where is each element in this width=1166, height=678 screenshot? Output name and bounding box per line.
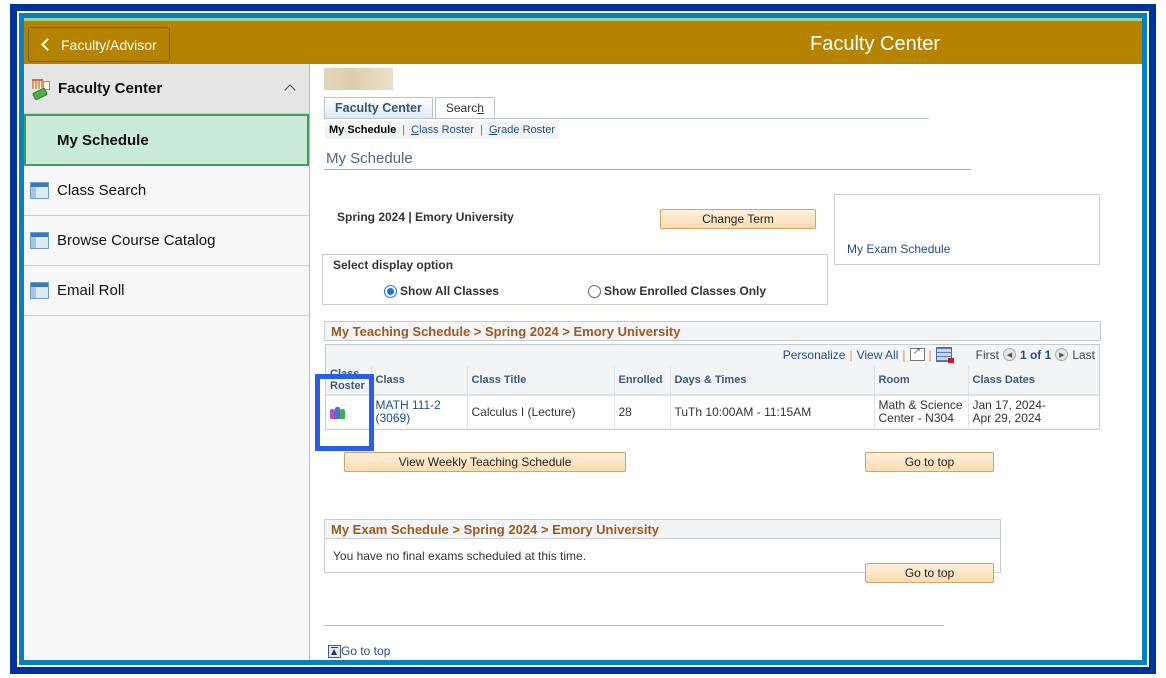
divider xyxy=(324,625,944,626)
cell-class-roster xyxy=(326,395,371,428)
my-exam-schedule-link[interactable]: My Exam Schedule xyxy=(847,242,950,256)
sub-navigation: My Schedule | Class Roster | Grade Roste… xyxy=(325,121,559,139)
sidebar-item-label: Email Roll xyxy=(57,282,125,299)
sidebar-section-label: Faculty Center xyxy=(58,80,163,97)
page-icon xyxy=(30,282,49,299)
faculty-center-icon xyxy=(30,78,52,101)
cell-class-dates: Jan 17, 2024- Apr 29, 2024 xyxy=(967,395,1099,428)
subnav-grade-roster[interactable]: Grade Roster xyxy=(489,124,555,136)
change-term-button[interactable]: Change Term xyxy=(660,209,816,229)
subnav-class-roster[interactable]: Class Roster xyxy=(411,124,474,136)
redacted-image xyxy=(324,68,393,90)
separator: | xyxy=(402,124,406,136)
term-label: Spring 2024 | Emory University xyxy=(337,210,514,224)
table-row: MATH 111-2 (3069) Calculus I (Lecture) 28… xyxy=(326,395,1099,428)
download-spreadsheet-icon[interactable] xyxy=(935,347,954,363)
radio-selected-icon xyxy=(384,284,397,298)
col-class-dates: Class Dates xyxy=(967,366,1099,396)
go-to-top-button-2[interactable]: Go to top xyxy=(865,563,994,583)
divider xyxy=(324,169,971,170)
chevron-up-icon[interactable] xyxy=(284,84,296,96)
next-page-icon[interactable]: ▶ xyxy=(1055,348,1069,361)
first-link[interactable]: First xyxy=(976,348,999,362)
sidebar-item-email-roll[interactable]: Email Roll xyxy=(24,266,309,316)
go-to-top-link[interactable]: Go to top xyxy=(328,644,390,658)
header-bar: Faculty/Advisor Faculty Center xyxy=(24,18,1142,64)
go-to-top-icon xyxy=(328,644,341,658)
cell-days-times: TuTh 10:00AM - 11:15AM xyxy=(669,395,874,428)
sidebar: Faculty Center My Schedule Class Search … xyxy=(24,64,310,660)
col-class: Class xyxy=(370,366,467,396)
teaching-schedule-grid: Personalize | View All | | First ◀ 1 of … xyxy=(325,344,1100,430)
radio-unselected-icon xyxy=(588,284,601,298)
sidebar-item-browse-course-catalog[interactable]: Browse Course Catalog xyxy=(24,216,309,266)
radio-show-all-classes[interactable]: Show All Classes xyxy=(384,284,499,298)
last-link[interactable]: Last xyxy=(1072,348,1095,362)
exam-schedule-box: My Exam Schedule xyxy=(834,194,1100,265)
separator: | xyxy=(849,347,853,362)
view-weekly-schedule-button[interactable]: View Weekly Teaching Schedule xyxy=(344,452,626,472)
subnav-my-schedule: My Schedule xyxy=(329,124,397,136)
app-window: Faculty/Advisor Faculty Center Faculty C… xyxy=(24,18,1142,660)
col-days-times: Days & Times xyxy=(669,366,874,396)
col-enrolled: Enrolled xyxy=(613,366,670,396)
schedule-table: Class Roster Class Class Title Enrolled … xyxy=(326,366,1099,428)
tab-faculty-center[interactable]: Faculty Center xyxy=(324,97,433,118)
sidebar-section-faculty-center[interactable]: Faculty Center xyxy=(24,64,309,114)
sidebar-item-class-search[interactable]: Class Search xyxy=(24,166,309,216)
back-button-label: Faculty/Advisor xyxy=(61,36,157,53)
radio-show-enrolled-only[interactable]: Show Enrolled Classes Only xyxy=(588,284,766,298)
prev-page-icon[interactable]: ◀ xyxy=(1002,348,1016,361)
table-header-row: Class Roster Class Class Title Enrolled … xyxy=(326,366,1099,396)
sidebar-item-my-schedule[interactable]: My Schedule xyxy=(24,114,309,166)
personalize-link[interactable]: Personalize xyxy=(783,348,846,362)
tab-bar: Faculty Center Searc h xyxy=(324,97,495,118)
main-content: Faculty Center Searc h My Schedule | Clas… xyxy=(311,64,1142,660)
separator: | xyxy=(480,124,483,136)
teaching-schedule-title: My Teaching Schedule > Spring 2024 > Emo… xyxy=(324,321,1101,341)
page-title: My Schedule xyxy=(326,150,413,167)
class-roster-icon[interactable] xyxy=(330,403,346,419)
display-option-label: Select display option xyxy=(333,258,454,272)
separator: | xyxy=(902,347,906,362)
cell-class-title: Calculus I (Lecture) xyxy=(466,395,614,428)
page-indicator: 1 of 1 xyxy=(1019,347,1052,362)
go-to-top-label: Go to top xyxy=(341,644,391,658)
page-icon xyxy=(30,232,49,249)
page-icon xyxy=(30,182,49,199)
sidebar-item-label: Browse Course Catalog xyxy=(57,232,216,249)
tab-search[interactable]: Searc h xyxy=(434,97,495,118)
radio-label: Show All Classes xyxy=(400,284,499,298)
cell-enrolled: 28 xyxy=(613,395,670,428)
back-button[interactable]: Faculty/Advisor xyxy=(28,27,170,62)
col-class-roster: Class Roster xyxy=(326,366,371,396)
class-link[interactable]: MATH 111-2 (3069) xyxy=(376,398,441,425)
col-room: Room xyxy=(873,366,968,396)
grid-toolbar: Personalize | View All | | First ◀ 1 of … xyxy=(783,346,1095,363)
new-window-icon[interactable] xyxy=(909,346,925,361)
chevron-left-icon xyxy=(41,38,54,51)
header-title: Faculty Center xyxy=(810,33,941,55)
separator: | xyxy=(928,347,932,362)
cell-room: Math & Science Center - N304 xyxy=(873,395,968,428)
view-all-link[interactable]: View All xyxy=(857,348,899,362)
radio-label: Show Enrolled Classes Only xyxy=(604,284,767,298)
cell-class: MATH 111-2 (3069) xyxy=(370,395,467,428)
go-to-top-button[interactable]: Go to top xyxy=(865,452,994,472)
sidebar-item-label: Class Search xyxy=(57,182,147,199)
col-class-title: Class Title xyxy=(466,366,614,396)
tab-divider xyxy=(324,118,929,119)
exam-schedule-title: My Exam Schedule > Spring 2024 > Emory U… xyxy=(324,519,1001,539)
display-option-group: Select display option Show All Classes S… xyxy=(322,254,828,305)
